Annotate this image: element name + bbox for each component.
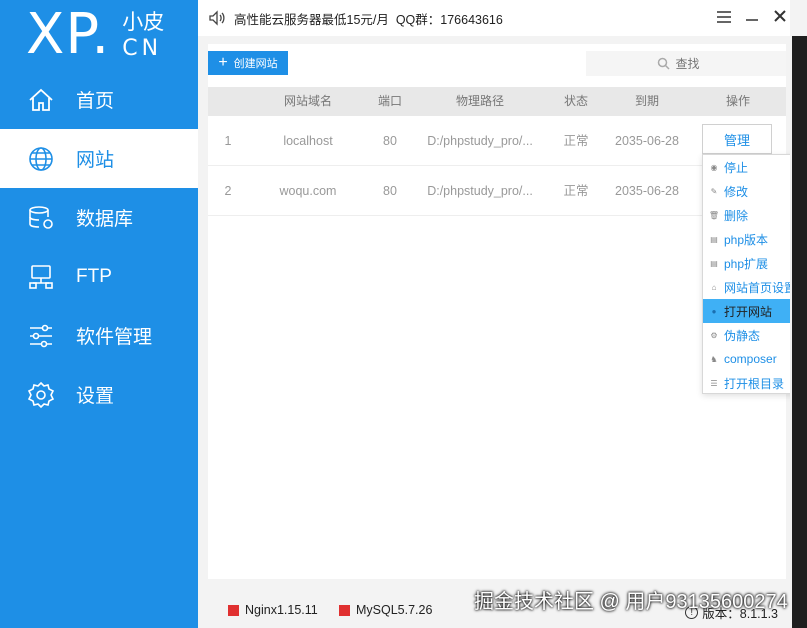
header-path: 物理路径	[455, 94, 504, 108]
search-input[interactable]	[675, 56, 716, 71]
sidebar-item-label: FTP	[76, 265, 112, 287]
logo-sub-top: 小皮	[122, 11, 165, 34]
speaker-icon	[208, 9, 226, 27]
watermark: 掘金技术社区 @ 用户93135600274	[474, 591, 788, 613]
logo-sub: 小皮 CN	[122, 10, 164, 62]
ftp-server-icon	[26, 262, 56, 292]
sidebar-item-ftp[interactable]: FTP	[0, 247, 198, 306]
search-box[interactable]	[586, 51, 786, 76]
sidebar-item-label: 设置	[76, 386, 115, 407]
create-website-label: 创建网站	[233, 58, 278, 70]
manage-button[interactable]: 管理	[702, 124, 772, 154]
row-status: 正常	[563, 184, 589, 198]
php-version-icon: ▤	[710, 234, 718, 244]
row-port: 80	[383, 184, 397, 198]
table-row[interactable]: 1 localhost 80 D:/phpstudy_pro/... 正常 20…	[208, 116, 786, 166]
menu-icon[interactable]	[714, 8, 734, 28]
logo-text: XP.	[26, 2, 111, 67]
row-expire: 2035-06-28	[615, 134, 679, 148]
sidebar-nav: 首页 网站 数据库 FTP 软件管理 设置	[0, 70, 198, 424]
composer-icon: ♞	[710, 354, 718, 364]
table-header: 网站域名 端口 物理路径 状态 到期 操作	[208, 87, 786, 116]
menu-item-label: 伪静态	[724, 328, 761, 343]
sidebar-item-label: 首页	[76, 91, 115, 112]
edit-icon: ✎	[710, 186, 718, 196]
mysql-label: MySQL5.7.26	[356, 603, 433, 617]
header-domain: 网站域名	[283, 94, 332, 108]
menu-item-label: 删除	[724, 208, 749, 223]
php-extension-icon: ▤	[710, 258, 718, 268]
sliders-icon	[26, 321, 56, 351]
create-website-button[interactable]: + 创建网站	[208, 51, 288, 75]
row-domain: localhost	[283, 134, 333, 148]
header-status: 状态	[563, 94, 588, 108]
row-path: D:/phpstudy_pro/...	[427, 184, 533, 198]
sidebar-item-settings[interactable]: 设置	[0, 365, 198, 424]
stop-icon: ◉	[710, 162, 718, 172]
row-expire: 2035-06-28	[615, 184, 679, 198]
row-domain: woqu.com	[279, 184, 337, 198]
header-port: 端口	[377, 94, 402, 108]
row-status: 正常	[563, 134, 589, 148]
menu-item-label: php版本	[724, 232, 769, 247]
row-index: 1	[224, 134, 232, 148]
sidebar: XP. 小皮 CN 首页 网站 数据库 FTP 软件管理 设置	[0, 0, 198, 628]
logo-sub-bottom: CN	[122, 36, 163, 61]
background-window-strip	[792, 36, 807, 628]
minimize-icon[interactable]	[742, 8, 762, 28]
menu-item-label: 停止	[724, 160, 749, 175]
open-site-icon: ●	[711, 306, 717, 316]
sidebar-item-website[interactable]: 网站	[0, 129, 198, 188]
rewrite-icon: ⚙	[710, 330, 718, 340]
logo: XP. 小皮 CN	[26, 4, 164, 70]
row-port: 80	[383, 134, 397, 148]
home-small-icon: ⌂	[711, 282, 717, 292]
sidebar-item-software[interactable]: 软件管理	[0, 306, 198, 365]
close-icon[interactable]	[770, 8, 790, 28]
nginx-status-indicator	[228, 604, 239, 616]
globe-icon	[26, 144, 56, 174]
nginx-label: Nginx1.15.11	[245, 603, 318, 617]
menu-item-label: 修改	[724, 184, 749, 199]
mysql-status-indicator	[339, 604, 350, 616]
menu-item-label: composer	[724, 352, 777, 366]
search-icon	[657, 57, 670, 70]
menu-item-label: 打开根目录	[724, 376, 785, 391]
row-index: 2	[224, 184, 232, 198]
home-icon	[26, 85, 56, 115]
plus-icon: +	[218, 54, 228, 71]
sidebar-item-database[interactable]: 数据库	[0, 188, 198, 247]
gear-icon	[26, 380, 56, 410]
sidebar-item-label: 软件管理	[76, 327, 153, 348]
folder-list-icon: ☰	[710, 378, 718, 388]
sidebar-item-label: 数据库	[76, 209, 134, 230]
table-row[interactable]: 2 woqu.com 80 D:/phpstudy_pro/... 正常 203…	[208, 166, 786, 216]
menu-item-label: 打开网站	[724, 304, 773, 319]
trash-icon: 🗑	[708, 210, 720, 220]
sidebar-item-label: 网站	[76, 150, 115, 171]
database-icon	[26, 203, 56, 233]
mysql-status[interactable]: MySQL5.7.26	[339, 603, 432, 617]
header-action: 操作	[725, 94, 750, 108]
row-path: D:/phpstudy_pro/...	[427, 134, 533, 148]
announcement-text[interactable]: 高性能云服务器最低15元/月 QQ群：176643616	[234, 9, 503, 28]
menu-item-label: 网站首页设置	[724, 280, 797, 295]
sidebar-item-home[interactable]: 首页	[0, 70, 198, 129]
header-expire: 到期	[634, 94, 659, 108]
menu-item-label: php扩展	[724, 256, 769, 271]
nginx-status[interactable]: Nginx1.15.11	[228, 603, 318, 617]
